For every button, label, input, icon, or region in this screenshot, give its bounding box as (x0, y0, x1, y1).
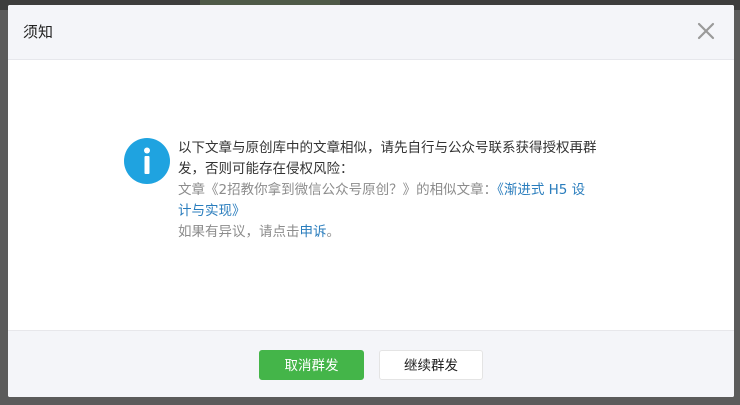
appeal-prefix: 如果有异议，请点击 (178, 224, 300, 240)
similar-link-part-2: 计与实现》 (178, 203, 246, 219)
close-icon (697, 22, 715, 40)
dialog-footer: 取消群发 继续群发 (8, 330, 734, 397)
similar-link-part-1: 《渐进式 H5 设 (497, 182, 586, 198)
close-button[interactable] (694, 19, 718, 43)
info-icon (124, 138, 170, 184)
dialog-header: 须知 (8, 5, 734, 60)
article-prefix: 文章《2招教你拿到微信公众号原创？》的相似文章： (178, 182, 498, 198)
dialog-message: 以下文章与原创库中的文章相似，请先自行与公众号联系获得授权再群 发，否则可能存在… (178, 138, 618, 243)
appeal-text: 如果有异议，请点击申诉。 (178, 222, 618, 243)
dialog-title: 须知 (23, 23, 54, 41)
dialog-body: 以下文章与原创库中的文章相似，请先自行与公众号联系获得授权再群 发，否则可能存在… (8, 60, 734, 330)
warning-text: 以下文章与原创库中的文章相似，请先自行与公众号联系获得授权再群 发，否则可能存在… (178, 138, 618, 180)
continue-send-button[interactable]: 继续群发 (379, 350, 483, 380)
warning-line-1: 以下文章与原创库中的文章相似，请先自行与公众号联系获得授权再群 (178, 140, 597, 156)
warning-line-2: 发，否则可能存在侵权风险： (178, 161, 354, 177)
similar-article-text: 文章《2招教你拿到微信公众号原创？》的相似文章：《渐进式 H5 设计与实现》 (178, 180, 618, 222)
appeal-suffix: 。 (326, 224, 341, 240)
cancel-send-button[interactable]: 取消群发 (259, 350, 364, 380)
notice-dialog: 须知 以下文章与原创库中的文章相似，请先自行与公众号联系获得授权再群 发，否则可… (8, 5, 734, 397)
appeal-link[interactable]: 申诉 (300, 224, 327, 240)
